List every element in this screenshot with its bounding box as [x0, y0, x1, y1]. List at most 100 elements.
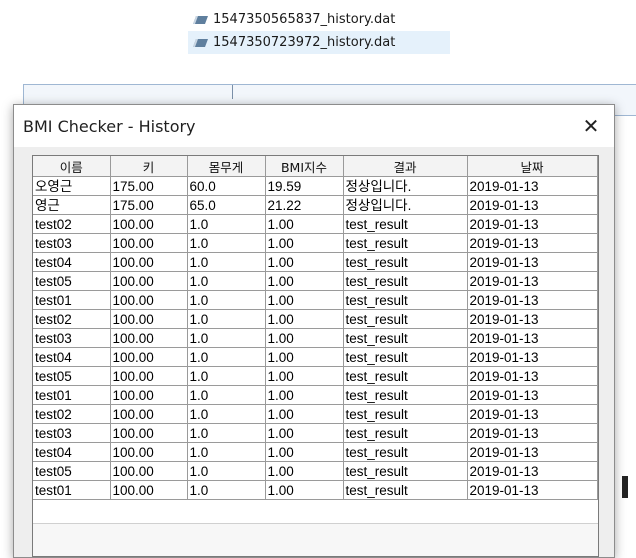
table-cell: 오영근 [33, 176, 111, 196]
table-cell: test_result [342, 271, 468, 291]
table-cell: 1.00 [264, 480, 344, 500]
column-header[interactable]: BMI지수 [264, 156, 344, 177]
table-cell: 2019-01-13 [466, 366, 598, 386]
table-row[interactable]: test02 100.00 1.0 1.00 test_result 2019-01-13 [33, 214, 598, 234]
table-row[interactable]: test05 100.00 1.0 1.00 test_result 2019-01-13 [33, 366, 598, 386]
file-list: 1547350565837_history.dat 1547350723972_… [188, 8, 450, 54]
title-bar[interactable]: BMI Checker - History ✕ [14, 105, 614, 147]
table-row[interactable]: test01 100.00 1.0 1.00 test_result 2019-01-13 [33, 385, 598, 405]
column-header[interactable]: 키 [109, 156, 188, 177]
background-edge [622, 476, 628, 498]
table-cell: 100.00 [109, 366, 188, 386]
table-cell: 1.00 [264, 461, 344, 481]
table-cell: test03 [33, 423, 111, 443]
table-cell: 175.00 [109, 176, 188, 196]
table-cell: test_result [342, 347, 468, 367]
column-header[interactable]: 이름 [33, 156, 111, 177]
table-cell: 100.00 [109, 347, 188, 367]
history-dialog: BMI Checker - History ✕ 이름 키 몸무게 BMI지수 결과 날짜 … [13, 104, 615, 558]
file-item-selected[interactable]: 1547350723972_history.dat [188, 31, 450, 54]
table-cell: 2019-01-13 [466, 461, 598, 481]
table-row[interactable]: test05 100.00 1.0 1.00 test_result 2019-01-13 [33, 271, 598, 291]
table-cell: test_result [342, 233, 468, 253]
table-cell: test_result [342, 480, 468, 500]
table-cell: test_result [342, 252, 468, 272]
table-body: 오영근 175.00 60.0 19.59 정상입니다. 2019-01-13 영근 175.… [33, 176, 598, 500]
table-cell: test_result [342, 290, 468, 310]
table-cell: 1.00 [264, 328, 344, 348]
table-cell: test_result [342, 328, 468, 348]
table-cell: 1.00 [264, 347, 344, 367]
table-cell: 1.0 [186, 404, 266, 424]
table-cell: test04 [33, 252, 111, 272]
table-cell: 2019-01-13 [466, 271, 598, 291]
table-cell: 영근 [33, 195, 111, 215]
table-cell: 정상입니다. [342, 176, 468, 196]
table-cell: 100.00 [109, 442, 188, 462]
table-cell: 100.00 [109, 252, 188, 272]
table-cell: 1.0 [186, 347, 266, 367]
table-row[interactable]: test03 100.00 1.0 1.00 test_result 2019-01-13 [33, 233, 598, 253]
table-cell: 2019-01-13 [466, 404, 598, 424]
table-cell: 100.00 [109, 271, 188, 291]
table-row[interactable]: test03 100.00 1.0 1.00 test_result 2019-01-13 [33, 423, 598, 443]
close-button[interactable]: ✕ [578, 113, 604, 139]
table-cell: 1.00 [264, 233, 344, 253]
history-table: 이름 키 몸무게 BMI지수 결과 날짜 오영근 175.00 60.0 19.59 정상입니다.… [33, 156, 598, 500]
table-cell: test02 [33, 309, 111, 329]
table-cell: test_result [342, 214, 468, 234]
dat-file-icon [193, 15, 208, 24]
table-cell: 2019-01-13 [466, 233, 598, 253]
file-name: 1547350723972_history.dat [213, 35, 396, 50]
table-row[interactable]: test04 100.00 1.0 1.00 test_result 2019-01-13 [33, 347, 598, 367]
table-cell: 2019-01-13 [466, 214, 598, 234]
table-cell: 65.0 [186, 195, 266, 215]
table-cell: 1.0 [186, 214, 266, 234]
table-cell: test02 [33, 214, 111, 234]
table-row[interactable]: test04 100.00 1.0 1.00 test_result 2019-01-13 [33, 442, 598, 462]
column-header[interactable]: 몸무게 [186, 156, 266, 177]
table-cell: 2019-01-13 [466, 347, 598, 367]
table-cell: 19.59 [264, 176, 344, 196]
table-row[interactable]: test05 100.00 1.0 1.00 test_result 2019-01-13 [33, 461, 598, 481]
table-cell: 175.00 [109, 195, 188, 215]
table-row[interactable]: test01 100.00 1.0 1.00 test_result 2019-01-13 [33, 480, 598, 500]
table-row[interactable]: test01 100.00 1.0 1.00 test_result 2019-01-13 [33, 290, 598, 310]
table-row[interactable]: 오영근 175.00 60.0 19.59 정상입니다. 2019-01-13 [33, 176, 598, 196]
table-row[interactable]: 영근 175.00 65.0 21.22 정상입니다. 2019-01-13 [33, 195, 598, 215]
table-cell: 1.0 [186, 252, 266, 272]
table-cell: 1.00 [264, 271, 344, 291]
table-cell: test01 [33, 290, 111, 310]
column-header[interactable]: 날짜 [466, 156, 598, 177]
table-cell: 1.00 [264, 442, 344, 462]
table-cell: 1.0 [186, 233, 266, 253]
table-header-row: 이름 키 몸무게 BMI지수 결과 날짜 [33, 156, 598, 177]
table-cell: 1.0 [186, 290, 266, 310]
table-cell: test01 [33, 385, 111, 405]
history-table-container[interactable]: 이름 키 몸무게 BMI지수 결과 날짜 오영근 175.00 60.0 19.59 정상입니다.… [32, 155, 599, 557]
table-cell: 2019-01-13 [466, 480, 598, 500]
file-name: 1547350565837_history.dat [213, 12, 396, 27]
table-cell: 100.00 [109, 309, 188, 329]
table-row[interactable]: test02 100.00 1.0 1.00 test_result 2019-01-13 [33, 309, 598, 329]
table-cell: 1.00 [264, 309, 344, 329]
table-row[interactable]: test04 100.00 1.0 1.00 test_result 2019-01-13 [33, 252, 598, 272]
table-cell: test05 [33, 461, 111, 481]
table-row[interactable]: test02 100.00 1.0 1.00 test_result 2019-01-13 [33, 404, 598, 424]
table-cell: 100.00 [109, 328, 188, 348]
table-cell: 60.0 [186, 176, 266, 196]
table-cell: test_result [342, 366, 468, 386]
table-cell: 2019-01-13 [466, 176, 598, 196]
file-item[interactable]: 1547350565837_history.dat [188, 8, 450, 31]
table-cell: test04 [33, 442, 111, 462]
table-row[interactable]: test03 100.00 1.0 1.00 test_result 2019-01-13 [33, 328, 598, 348]
table-cell: 21.22 [264, 195, 344, 215]
table-cell: 1.00 [264, 385, 344, 405]
table-cell: 1.00 [264, 404, 344, 424]
table-cell: 1.0 [186, 461, 266, 481]
column-header[interactable]: 결과 [342, 156, 468, 177]
table-cell: 1.0 [186, 442, 266, 462]
table-cell: 100.00 [109, 461, 188, 481]
table-cell: 2019-01-13 [466, 309, 598, 329]
table-cell: 1.0 [186, 385, 266, 405]
